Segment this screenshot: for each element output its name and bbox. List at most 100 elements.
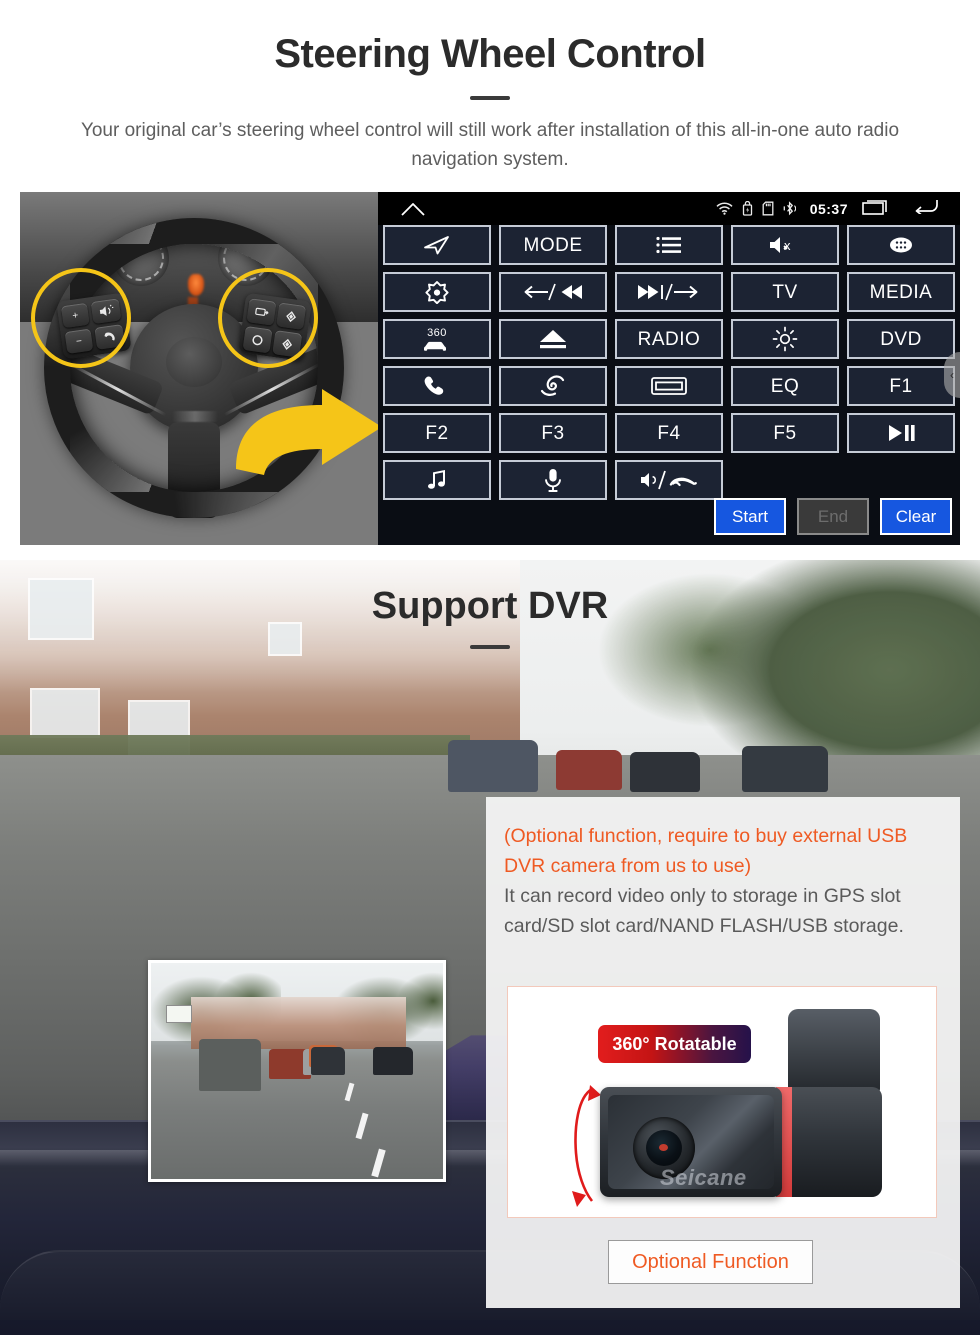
page-subtitle: Your original car’s steering wheel contr…: [80, 120, 900, 170]
rotatable-badge: 360° Rotatable: [598, 1025, 751, 1063]
dvr-description: (Optional function, require to buy exter…: [504, 821, 944, 941]
swc-button-f3[interactable]: F3: [499, 413, 607, 453]
swc-button-eq[interactable]: EQ: [731, 366, 839, 406]
recorded-video-thumbnail: [148, 960, 446, 1182]
navigation-arrow-icon: [424, 236, 449, 255]
recent-apps-icon[interactable]: [862, 198, 890, 220]
end-button: End: [797, 498, 869, 535]
swc-button-360-camera[interactable]: 360: [383, 319, 491, 359]
svg-text:x: x: [784, 238, 791, 253]
swc-button-label: F1: [889, 375, 913, 397]
swirl-icon: [540, 375, 565, 396]
street-sign: [166, 1005, 192, 1023]
swc-action-row: Start End Clear: [714, 498, 952, 535]
list-icon: [656, 236, 681, 254]
dvr-storage-note: It can record video only to storage in G…: [504, 885, 904, 937]
swc-button-play-pause[interactable]: [847, 413, 955, 453]
swc-button-mode[interactable]: MODE: [499, 225, 607, 265]
head-unit-screen: 05:37 MODE x TV MEDIA 360 RADIO DVD EQ F…: [378, 192, 960, 545]
swc-button-mute[interactable]: x: [731, 225, 839, 265]
swc-button-list[interactable]: [615, 225, 723, 265]
swc-button-label: F4: [657, 422, 681, 444]
swc-button-navigation[interactable]: [383, 225, 491, 265]
bluetooth-icon: [783, 201, 796, 216]
swc-button-dvd[interactable]: DVD: [847, 319, 955, 359]
video-car: [199, 1039, 261, 1091]
swc-button-brightness[interactable]: [731, 319, 839, 359]
swc-button-label: MEDIA: [869, 281, 933, 303]
swc-button-label: TV: [772, 281, 798, 303]
brand-watermark: Seicane: [660, 1165, 747, 1190]
parked-car: [556, 750, 622, 790]
side-drawer-handle[interactable]: ‹: [944, 352, 960, 398]
back-icon[interactable]: [914, 198, 938, 219]
swc-button-apps[interactable]: [847, 225, 955, 265]
swc-grid-empty-slot: [731, 460, 839, 500]
next-track-icon: [638, 283, 698, 301]
swc-button-label: DVD: [880, 328, 922, 350]
highlight-circle-right: [218, 268, 318, 368]
optional-function-button[interactable]: Optional Function: [608, 1240, 813, 1284]
swc-button-f2[interactable]: F2: [383, 413, 491, 453]
parked-car: [742, 746, 828, 792]
camera-mount-clip: [788, 1009, 880, 1093]
video-car: [311, 1047, 345, 1075]
swc-button-previous[interactable]: [499, 272, 607, 312]
prev-track-icon: [524, 283, 582, 301]
swc-button-eject[interactable]: [499, 319, 607, 359]
android-status-bar: 05:37: [378, 192, 960, 225]
swc-button-label: MODE: [523, 234, 583, 256]
swc-button-volume-hangup[interactable]: [615, 460, 723, 500]
swc-button-label: F5: [773, 422, 797, 444]
parked-car: [630, 752, 700, 792]
dvr-camera-photo: 360° Rotatable Seicane: [507, 986, 937, 1218]
swc-button-power-eye[interactable]: [383, 272, 491, 312]
mute-icon: x: [770, 237, 791, 253]
swc-button-music[interactable]: [383, 460, 491, 500]
home-icon[interactable]: [400, 201, 426, 217]
swc-button-radio[interactable]: RADIO: [615, 319, 723, 359]
swc-button-f5[interactable]: F5: [731, 413, 839, 453]
microphone-icon: [545, 469, 561, 492]
camera-mount-barrel: [788, 1087, 882, 1197]
dvr-title-divider: [470, 645, 510, 649]
parked-car: [448, 740, 538, 792]
swc-button-label: RADIO: [637, 328, 701, 350]
clear-button[interactable]: Clear: [880, 498, 952, 535]
title-divider: [470, 96, 510, 100]
wifi-icon: [716, 202, 733, 215]
screen-icon: [651, 377, 687, 395]
play-pause-icon: [889, 425, 915, 441]
swc-button-f1[interactable]: F1: [847, 366, 955, 406]
swc-button-tv[interactable]: TV: [731, 272, 839, 312]
phone-answer-icon: [424, 376, 444, 395]
highlight-circle-left: [31, 268, 131, 368]
360-car-icon: 360: [424, 327, 447, 351]
yellow-arrow-icon: [236, 389, 378, 475]
eject-icon: [540, 330, 566, 349]
swc-button-phone[interactable]: [383, 366, 491, 406]
power-eye-icon: [425, 281, 449, 304]
dvr-title: Support DVR: [371, 585, 609, 627]
music-note-icon: [428, 469, 445, 489]
battery-lock-icon: [742, 201, 753, 216]
brightness-icon: [772, 326, 798, 352]
steering-wheel-photo: + −: [20, 192, 378, 545]
swc-button-next[interactable]: [615, 272, 723, 312]
swc-button-media[interactable]: MEDIA: [847, 272, 955, 312]
swc-button-microphone[interactable]: [499, 460, 607, 500]
start-button[interactable]: Start: [714, 498, 786, 535]
swc-button-swirl[interactable]: [499, 366, 607, 406]
sd-card-icon: [762, 201, 774, 216]
volume-hangup-icon: [641, 470, 697, 490]
swc-button-label: F3: [541, 422, 565, 444]
dvr-optional-note: (Optional function, require to buy exter…: [504, 825, 908, 877]
swc-button-grid: MODE x TV MEDIA 360 RADIO DVD EQ F1 F2 F…: [378, 225, 960, 500]
page-title: Steering Wheel Control: [274, 32, 706, 76]
swc-grid-empty-slot: [847, 460, 955, 500]
swc-button-f4[interactable]: F4: [615, 413, 723, 453]
swc-button-screen[interactable]: [615, 366, 723, 406]
dvr-info-panel: (Optional function, require to buy exter…: [486, 797, 960, 1308]
svg-text:360: 360: [427, 327, 447, 339]
swc-button-label: EQ: [770, 375, 800, 397]
